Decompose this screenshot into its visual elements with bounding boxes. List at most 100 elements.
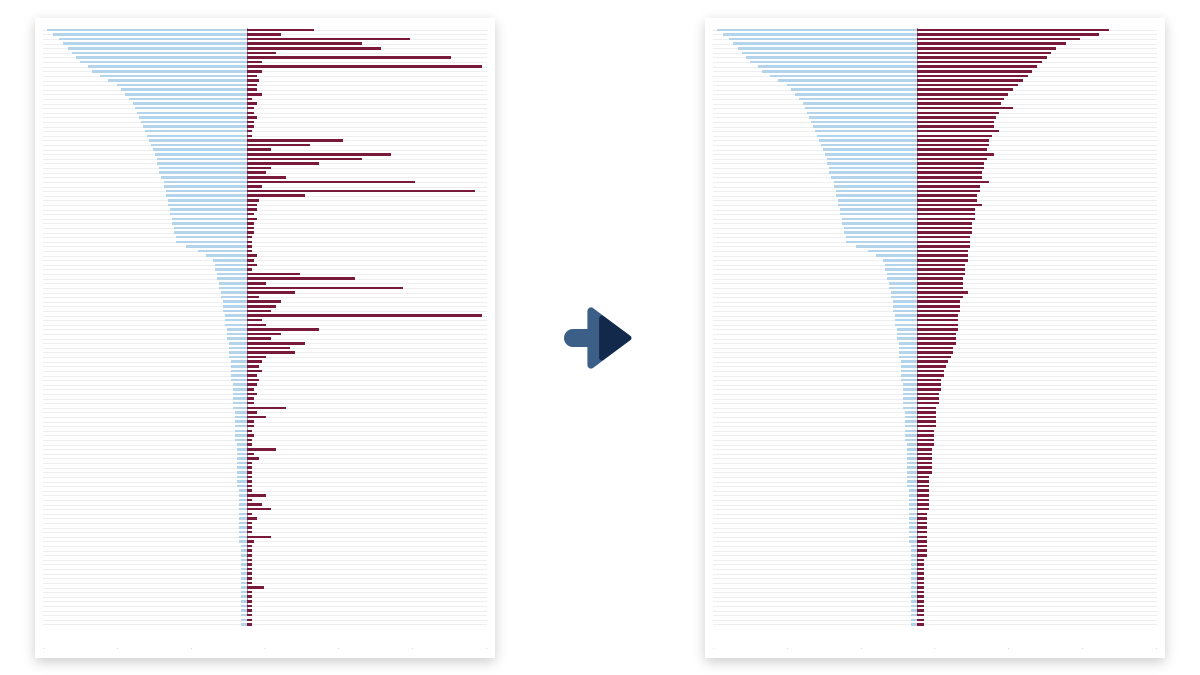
bar-series-b [917, 453, 931, 456]
bar-series-b [247, 213, 254, 216]
bar-series-b [917, 513, 927, 516]
bar-series-b [247, 42, 362, 45]
bar-series-b [247, 185, 261, 188]
bar-series-a [825, 153, 917, 156]
bar-series-a [235, 439, 247, 442]
bar-series-b [917, 623, 924, 626]
bar-series-b [917, 591, 924, 594]
bar-series-b [917, 33, 1099, 36]
bar-series-a [838, 204, 918, 207]
bar-series-b [247, 416, 266, 419]
bar-series-b [247, 540, 254, 543]
bar-series-b [247, 75, 257, 78]
bar-series-a [799, 98, 917, 101]
bar-series-b [917, 430, 934, 433]
bar-series-b [247, 93, 261, 96]
bar-series-a [239, 489, 247, 492]
bar-series-b [917, 305, 960, 308]
bar-series-b [247, 448, 276, 451]
bar-series-b [247, 513, 252, 516]
bar-series-a [88, 65, 247, 68]
bar-series-a [233, 388, 247, 391]
bar-series-b [247, 139, 343, 142]
bar-series-b [247, 614, 252, 617]
bar-series-a [237, 480, 247, 483]
bar-series-a [778, 79, 917, 82]
bar-series-a [237, 485, 247, 488]
bar-series-a [198, 250, 247, 253]
bar-series-a [239, 499, 247, 502]
bar-series-b [247, 218, 257, 221]
bar-series-b [247, 526, 252, 529]
bar-series-b [247, 595, 252, 598]
bar-series-b [247, 310, 271, 313]
bar-series-b [917, 416, 936, 419]
bar-series-b [247, 411, 257, 414]
bar-series-b [917, 176, 982, 179]
bar-series-b [917, 300, 960, 303]
bar-series-a [227, 328, 247, 331]
bar-series-b [917, 489, 929, 492]
bar-series-b [917, 545, 927, 548]
chart-after [713, 28, 1157, 628]
bar-series-b [247, 499, 252, 502]
bar-series-b [247, 485, 252, 488]
bar-series-a [842, 218, 918, 221]
bar-series-b [917, 462, 931, 465]
bar-series-a [176, 241, 247, 244]
bar-series-a [856, 245, 917, 248]
bar-series-a [217, 273, 248, 276]
bar-series-b [917, 476, 929, 479]
bar-series-b [917, 393, 939, 396]
bar-series-a [883, 259, 918, 262]
bar-series-a [909, 494, 917, 497]
bar-series-b [917, 52, 1051, 55]
bar-series-a [172, 222, 248, 225]
bar-series-a [823, 148, 917, 151]
bar-series-b [247, 181, 415, 184]
bar-series-b [917, 554, 927, 557]
bar-series-b [917, 379, 941, 382]
bar-series-a [893, 305, 918, 308]
bar-series-a [807, 112, 917, 115]
bar-series-a [231, 360, 247, 363]
bar-series-b [247, 388, 254, 391]
bar-series-a [738, 47, 918, 50]
bar-series-a [750, 61, 917, 64]
bar-series-a [901, 370, 917, 373]
bar-series-b [917, 586, 924, 589]
bar-series-b [917, 194, 977, 197]
bar-series-b [247, 536, 271, 539]
bar-series-b [247, 476, 252, 479]
bar-series-a [229, 356, 247, 359]
bar-series-b [917, 208, 975, 211]
bar-series-b [917, 448, 931, 451]
bar-series-b [247, 545, 252, 548]
bar-series-a [213, 259, 248, 262]
bar-series-b [247, 328, 319, 331]
bar-series-a [80, 61, 247, 64]
bar-series-b [917, 102, 1001, 105]
bar-series-a [139, 116, 247, 119]
bar-series-b [247, 65, 482, 68]
bar-series-a [819, 139, 917, 142]
bar-series-b [247, 453, 254, 456]
bar-series-b [917, 254, 967, 257]
bar-series-a [235, 434, 247, 437]
bar-series-a [829, 167, 917, 170]
bar-series-a [223, 310, 248, 313]
chart-after-panel: ······· [705, 18, 1165, 658]
bar-series-a [229, 347, 247, 350]
bar-series-b [917, 577, 924, 580]
bar-series-a [235, 411, 247, 414]
bar-series-a [893, 300, 918, 303]
bar-series-a [235, 416, 247, 419]
bar-series-a [746, 56, 918, 59]
bar-series-a [903, 383, 917, 386]
bar-series-b [917, 88, 1013, 91]
bar-series-b [247, 259, 254, 262]
bar-series-a [186, 245, 247, 248]
bar-series-b [917, 144, 989, 147]
bar-series-b [917, 112, 999, 115]
bar-series-b [917, 245, 970, 248]
